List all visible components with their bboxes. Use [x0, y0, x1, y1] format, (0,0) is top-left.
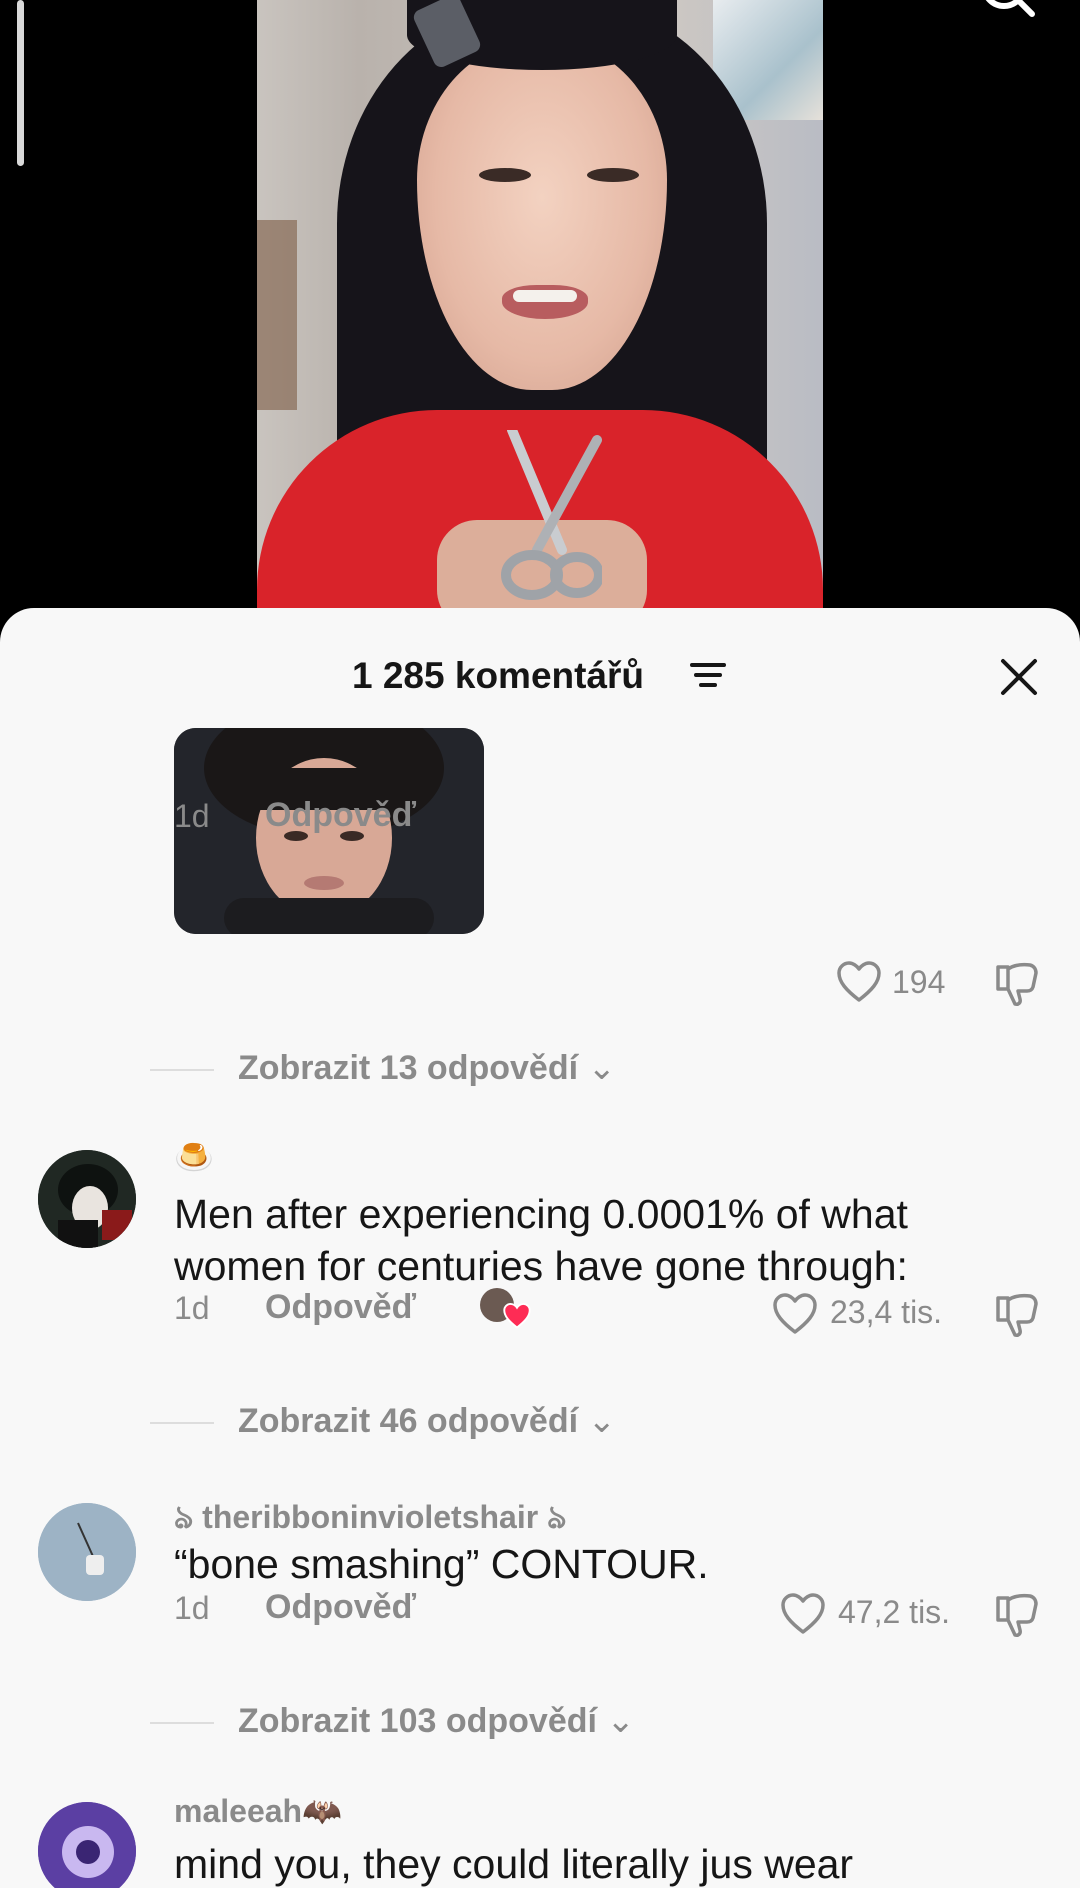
comment-time: 1d: [174, 798, 210, 834]
avatar[interactable]: [38, 1150, 136, 1248]
reply-divider: [150, 1069, 214, 1071]
reply-button[interactable]: Odpověď: [265, 796, 416, 835]
username[interactable]: maleeah🦇: [174, 1792, 342, 1830]
close-icon[interactable]: [998, 656, 1040, 698]
reply-divider: [150, 1722, 214, 1724]
comment-text: mind you, they could literally jus wear: [174, 1841, 854, 1887]
comment-count-title: 1 285 komentářů: [352, 655, 645, 696]
sort-icon[interactable]: [690, 660, 726, 692]
comment-time: 1d: [174, 1290, 210, 1326]
heart-filled-icon: [503, 1302, 531, 1329]
username[interactable]: 🍮: [174, 1138, 214, 1176]
avatar[interactable]: [38, 1802, 136, 1888]
comment-text: Men after experiencing 0.0001% of what w…: [174, 1191, 908, 1289]
view-replies-button[interactable]: Zobrazit 103 odpovědí ⌄: [238, 1701, 635, 1741]
view-replies-button[interactable]: Zobrazit 46 odpovědí ⌄: [238, 1401, 616, 1441]
background-shelf: [257, 220, 297, 410]
comment-time: 1d: [174, 1590, 210, 1626]
like-count: 194: [892, 964, 946, 1000]
comments-header: 1 285 komentářů: [0, 648, 1080, 708]
creator-liked-badge: [480, 1288, 536, 1332]
dislike-icon[interactable]: [994, 1592, 1042, 1638]
scissors-object: [501, 430, 602, 600]
search-icon[interactable]: [968, 0, 1038, 28]
avatar-image: [38, 1150, 136, 1248]
video-eye-right: [587, 168, 639, 182]
heart-icon[interactable]: [836, 960, 882, 1004]
view-replies-label: Zobrazit 103 odpovědí: [238, 1702, 597, 1740]
heart-icon[interactable]: [772, 1292, 818, 1336]
video-teeth: [513, 290, 577, 302]
reply-button[interactable]: Odpověď: [265, 1288, 416, 1327]
reply-button[interactable]: Odpověď: [265, 1588, 416, 1627]
avatar[interactable]: [38, 1503, 136, 1601]
avatar-image: [38, 1802, 136, 1888]
chevron-down-icon: ⌄: [606, 1702, 635, 1740]
view-replies-label: Zobrazit 46 odpovědí: [238, 1402, 579, 1440]
comment-text: “bone smashing” CONTOUR.: [174, 1541, 709, 1587]
heart-icon[interactable]: [780, 1592, 826, 1636]
like-count: 23,4 tis.: [830, 1294, 943, 1330]
like-count: 47,2 tis.: [838, 1594, 951, 1630]
view-replies-button[interactable]: Zobrazit 13 odpovědí ⌄: [238, 1048, 616, 1088]
comments-sheet[interactable]: 1 285 komentářů 1d Odpověď 194 Zobrazit …: [0, 608, 1080, 1888]
video-frame: [257, 0, 823, 640]
progress-scrubber[interactable]: [17, 0, 24, 166]
chevron-down-icon: ⌄: [587, 1049, 617, 1087]
dislike-icon[interactable]: [994, 961, 1042, 1007]
avatar-image: [38, 1503, 136, 1601]
view-replies-label: Zobrazit 13 odpovědí: [238, 1049, 579, 1087]
video-player[interactable]: [0, 0, 1080, 640]
chevron-down-icon: ⌄: [587, 1402, 617, 1440]
video-eye-left: [479, 168, 531, 182]
reply-divider: [150, 1422, 214, 1424]
dislike-icon[interactable]: [994, 1292, 1042, 1338]
